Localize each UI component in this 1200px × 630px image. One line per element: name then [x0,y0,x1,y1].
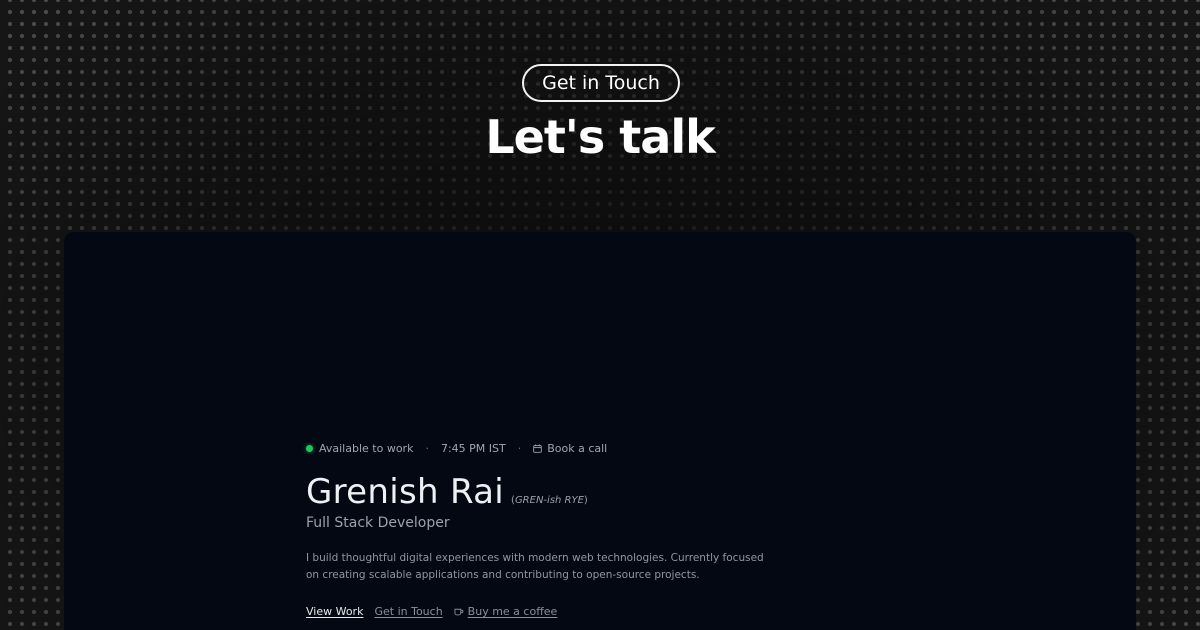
pronunciation-text: GREN-ish RYE [514,495,584,506]
action-links: View Work Get in Touch Buy me a coffee [306,605,557,618]
page-headline: Let's talk [485,110,715,164]
buy-coffee-link-wrapper[interactable]: Buy me a coffee [454,605,558,618]
profile-bio: I build thoughtful digital experiences w… [306,552,764,581]
status-row: Available to work · 7:45 PM IST · Book a… [306,442,607,455]
buy-coffee-link[interactable]: Buy me a coffee [468,605,558,618]
profile-name: Grenish Rai [306,472,505,512]
name-pronunciation: (GREN-ish RYE) [511,495,588,506]
calendar-icon [533,444,542,453]
get-in-touch-pill-label: Get in Touch [542,72,660,94]
status-separator: · [517,442,522,455]
book-call-link[interactable]: Book a call [533,442,607,455]
profile-card: Available to work · 7:45 PM IST · Book a… [64,232,1136,630]
pronunciation-close-paren: ) [583,495,588,506]
get-in-touch-pill[interactable]: Get in Touch [522,64,680,102]
availability-indicator-dot [306,445,313,452]
name-row: Grenish Rai (GREN-ish RYE) [306,472,588,512]
local-time: 7:45 PM IST [440,442,506,455]
status-separator: · [425,442,429,455]
coffee-cup-icon [454,607,464,616]
availability-text: Available to work [319,442,414,455]
view-work-link[interactable]: View Work [306,605,363,618]
get-in-touch-link[interactable]: Get in Touch [374,605,442,618]
profile-role: Full Stack Developer [306,515,450,531]
book-call-label: Book a call [547,442,608,455]
